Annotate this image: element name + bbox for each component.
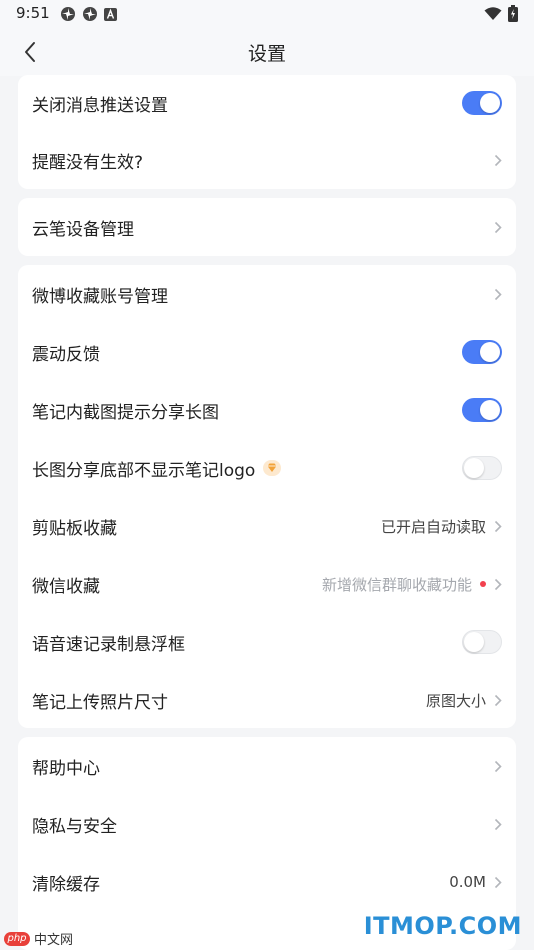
status-icons-left bbox=[60, 6, 117, 22]
watermark-right: ITMOP.COM bbox=[363, 912, 522, 940]
setting-row-pen-device[interactable]: 云笔设备管理 bbox=[18, 198, 516, 256]
push-off-toggle[interactable] bbox=[462, 91, 502, 115]
pen-device-card: 云笔设备管理 bbox=[18, 198, 516, 256]
row-label: 笔记内截图提示分享长图 bbox=[32, 402, 219, 423]
notification-settings-card: 关闭消息推送设置 提醒没有生效? bbox=[18, 75, 516, 189]
toggle-knob bbox=[480, 342, 500, 362]
row-label: 微博收藏账号管理 bbox=[32, 286, 168, 307]
row-label: 语音速记录制悬浮框 bbox=[32, 634, 185, 655]
setting-row-hide-logo[interactable]: 长图分享底部不显示笔记logo bbox=[18, 439, 516, 497]
row-label: 长图分享底部不显示笔记logo bbox=[32, 460, 256, 481]
row-value: 新增微信群聊收藏功能 bbox=[321, 575, 472, 594]
vip-diamond-icon bbox=[263, 460, 282, 476]
chevron-right-icon bbox=[494, 520, 502, 533]
row-value: 原图大小 bbox=[425, 691, 486, 710]
row-label: 笔记上传照片尺寸 bbox=[32, 692, 168, 713]
general-settings-card: 微博收藏账号管理 震动反馈 笔记内截图提示分享长图 长图分享底部不显示笔记log… bbox=[18, 265, 516, 728]
toggle-knob bbox=[464, 632, 484, 652]
toggle-knob bbox=[480, 400, 500, 420]
status-icons-right bbox=[484, 5, 518, 22]
setting-row-help-center[interactable]: 帮助中心 bbox=[18, 737, 516, 795]
setting-row-wechat[interactable]: 微信收藏 新增微信群聊收藏功能 bbox=[18, 555, 516, 613]
chevron-right-icon bbox=[494, 694, 502, 707]
voice-float-toggle[interactable] bbox=[462, 630, 502, 654]
chevron-right-icon bbox=[494, 818, 502, 831]
page-title: 设置 bbox=[247, 43, 286, 65]
chevron-right-icon bbox=[494, 221, 502, 234]
toggle-knob bbox=[464, 458, 484, 478]
toggle-knob bbox=[480, 93, 500, 113]
chevron-right-icon bbox=[494, 288, 502, 301]
watermark-left-text: 中文网 bbox=[34, 933, 74, 948]
vibration-toggle[interactable] bbox=[462, 340, 502, 364]
setting-row-photo-size[interactable]: 笔记上传照片尺寸 原图大小 bbox=[18, 671, 516, 728]
a-badge-icon bbox=[104, 7, 117, 21]
setting-row-screenshot-share[interactable]: 笔记内截图提示分享长图 bbox=[18, 381, 516, 439]
screenshot-share-toggle[interactable] bbox=[462, 398, 502, 422]
wifi-icon bbox=[484, 6, 502, 20]
pinwheel-icon bbox=[83, 7, 97, 21]
setting-row-voice-float[interactable]: 语音速记录制悬浮框 bbox=[18, 613, 516, 671]
setting-row-clear-cache[interactable]: 清除缓存 0.0M bbox=[18, 853, 516, 911]
row-label: 关闭消息推送设置 bbox=[32, 95, 168, 116]
watermark-left: php 中文网 bbox=[4, 929, 73, 948]
setting-row-weibo-account[interactable]: 微博收藏账号管理 bbox=[18, 265, 516, 323]
php-logo: php bbox=[4, 931, 30, 946]
new-feature-dot bbox=[480, 581, 486, 587]
setting-row-push-off[interactable]: 关闭消息推送设置 bbox=[18, 75, 516, 131]
chevron-right-icon bbox=[494, 876, 502, 889]
chevron-right-icon bbox=[494, 760, 502, 773]
setting-row-clipboard[interactable]: 剪贴板收藏 已开启自动读取 bbox=[18, 497, 516, 555]
setting-row-reminder-help[interactable]: 提醒没有生效? bbox=[18, 131, 516, 189]
row-label: 清除缓存 bbox=[32, 874, 100, 895]
row-label: 云笔设备管理 bbox=[32, 219, 134, 240]
row-label: 震动反馈 bbox=[32, 344, 100, 365]
setting-row-privacy[interactable]: 隐私与安全 bbox=[18, 795, 516, 853]
row-label: 微信收藏 bbox=[32, 576, 100, 597]
row-label: 提醒没有生效? bbox=[32, 152, 144, 173]
chevron-right-icon bbox=[494, 154, 502, 167]
row-value: 0.0M bbox=[449, 873, 486, 891]
hide-logo-toggle[interactable] bbox=[462, 456, 502, 480]
pinwheel-icon bbox=[61, 7, 75, 21]
row-label: 隐私与安全 bbox=[32, 816, 117, 837]
chevron-right-icon bbox=[494, 578, 502, 591]
row-label: 剪贴板收藏 bbox=[32, 518, 117, 539]
row-value: 已开启自动读取 bbox=[380, 517, 486, 536]
title-bar: 设置 bbox=[0, 28, 534, 76]
row-label: 帮助中心 bbox=[32, 758, 100, 779]
battery-icon bbox=[508, 5, 518, 22]
status-time: 9:51 bbox=[16, 4, 50, 22]
status-bar: 9:51 bbox=[0, 0, 534, 28]
setting-row-vibration[interactable]: 震动反馈 bbox=[18, 323, 516, 381]
